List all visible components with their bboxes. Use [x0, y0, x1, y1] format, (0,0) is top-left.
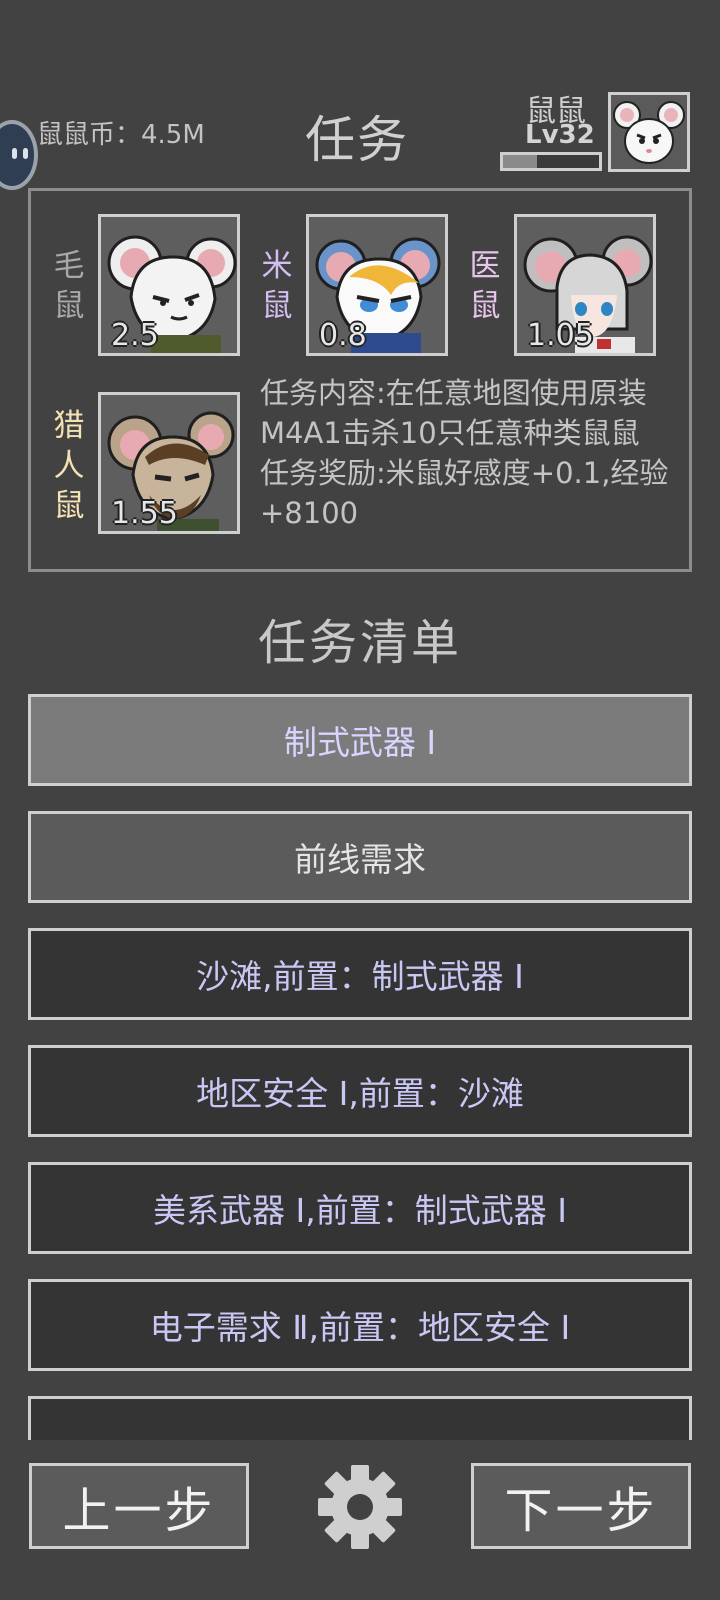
player-level: Lv32 [525, 120, 595, 150]
task-item[interactable] [28, 1396, 692, 1440]
member-name-lieren: 猎人鼠 [53, 408, 85, 524]
member-portrait-lieren[interactable]: 1.55 [98, 392, 240, 534]
settings-button[interactable] [315, 1462, 405, 1552]
member-value-lieren: 1.55 [111, 496, 178, 531]
member-name-yi: 医鼠 [469, 248, 501, 324]
task-details: 任务内容:在任意地图使用原装M4A1击杀10只任意种类鼠鼠 任务奖励:米鼠好感度… [260, 373, 676, 533]
prev-step-button[interactable]: 上一步 [29, 1463, 249, 1549]
member-portrait-yi[interactable]: 1.05 [514, 214, 656, 356]
member-name-mao: 毛鼠 [53, 248, 85, 324]
task-item[interactable]: 美系武器 Ⅰ,前置：制式武器 Ⅰ [28, 1162, 692, 1254]
player-avatar[interactable] [608, 92, 690, 172]
side-drawer-tab[interactable] [0, 120, 38, 190]
gear-icon [318, 1465, 402, 1549]
task-item[interactable]: 前线需求 [28, 811, 692, 903]
task-list-title: 任务清单 [257, 615, 462, 671]
member-portrait-mao[interactable]: 2.5 [98, 214, 240, 356]
page-title: 任务 [305, 111, 409, 169]
member-value-mao: 2.5 [111, 318, 159, 353]
task-list[interactable]: 制式武器 Ⅰ 前线需求 沙滩,前置：制式武器 Ⅰ 地区安全 Ⅰ,前置：沙滩 美系… [28, 694, 692, 1440]
task-content: 任务内容:在任意地图使用原装M4A1击杀10只任意种类鼠鼠 [260, 376, 647, 450]
xp-bar [500, 152, 602, 171]
member-portrait-mi[interactable]: 0.8 [306, 214, 448, 356]
next-step-button[interactable]: 下一步 [471, 1463, 691, 1549]
task-item[interactable]: 制式武器 Ⅰ [28, 694, 692, 786]
member-value-yi: 1.05 [527, 318, 594, 353]
task-item[interactable]: 沙滩,前置：制式武器 Ⅰ [28, 928, 692, 1020]
xp-bar-fill [503, 155, 537, 168]
member-name-mi: 米鼠 [261, 248, 293, 324]
task-reward: 任务奖励:米鼠好感度+0.1,经验+8100 [260, 456, 669, 530]
white-mouse-avatar-icon [613, 101, 685, 164]
coin-balance: 鼠鼠币：4.5M [37, 120, 205, 150]
task-item[interactable]: 电子需求 Ⅱ,前置：地区安全 Ⅰ [28, 1279, 692, 1371]
eye-icon [23, 148, 28, 159]
task-item[interactable]: 地区安全 Ⅰ,前置：沙滩 [28, 1045, 692, 1137]
eye-icon [12, 148, 17, 159]
member-value-mi: 0.8 [319, 318, 367, 353]
